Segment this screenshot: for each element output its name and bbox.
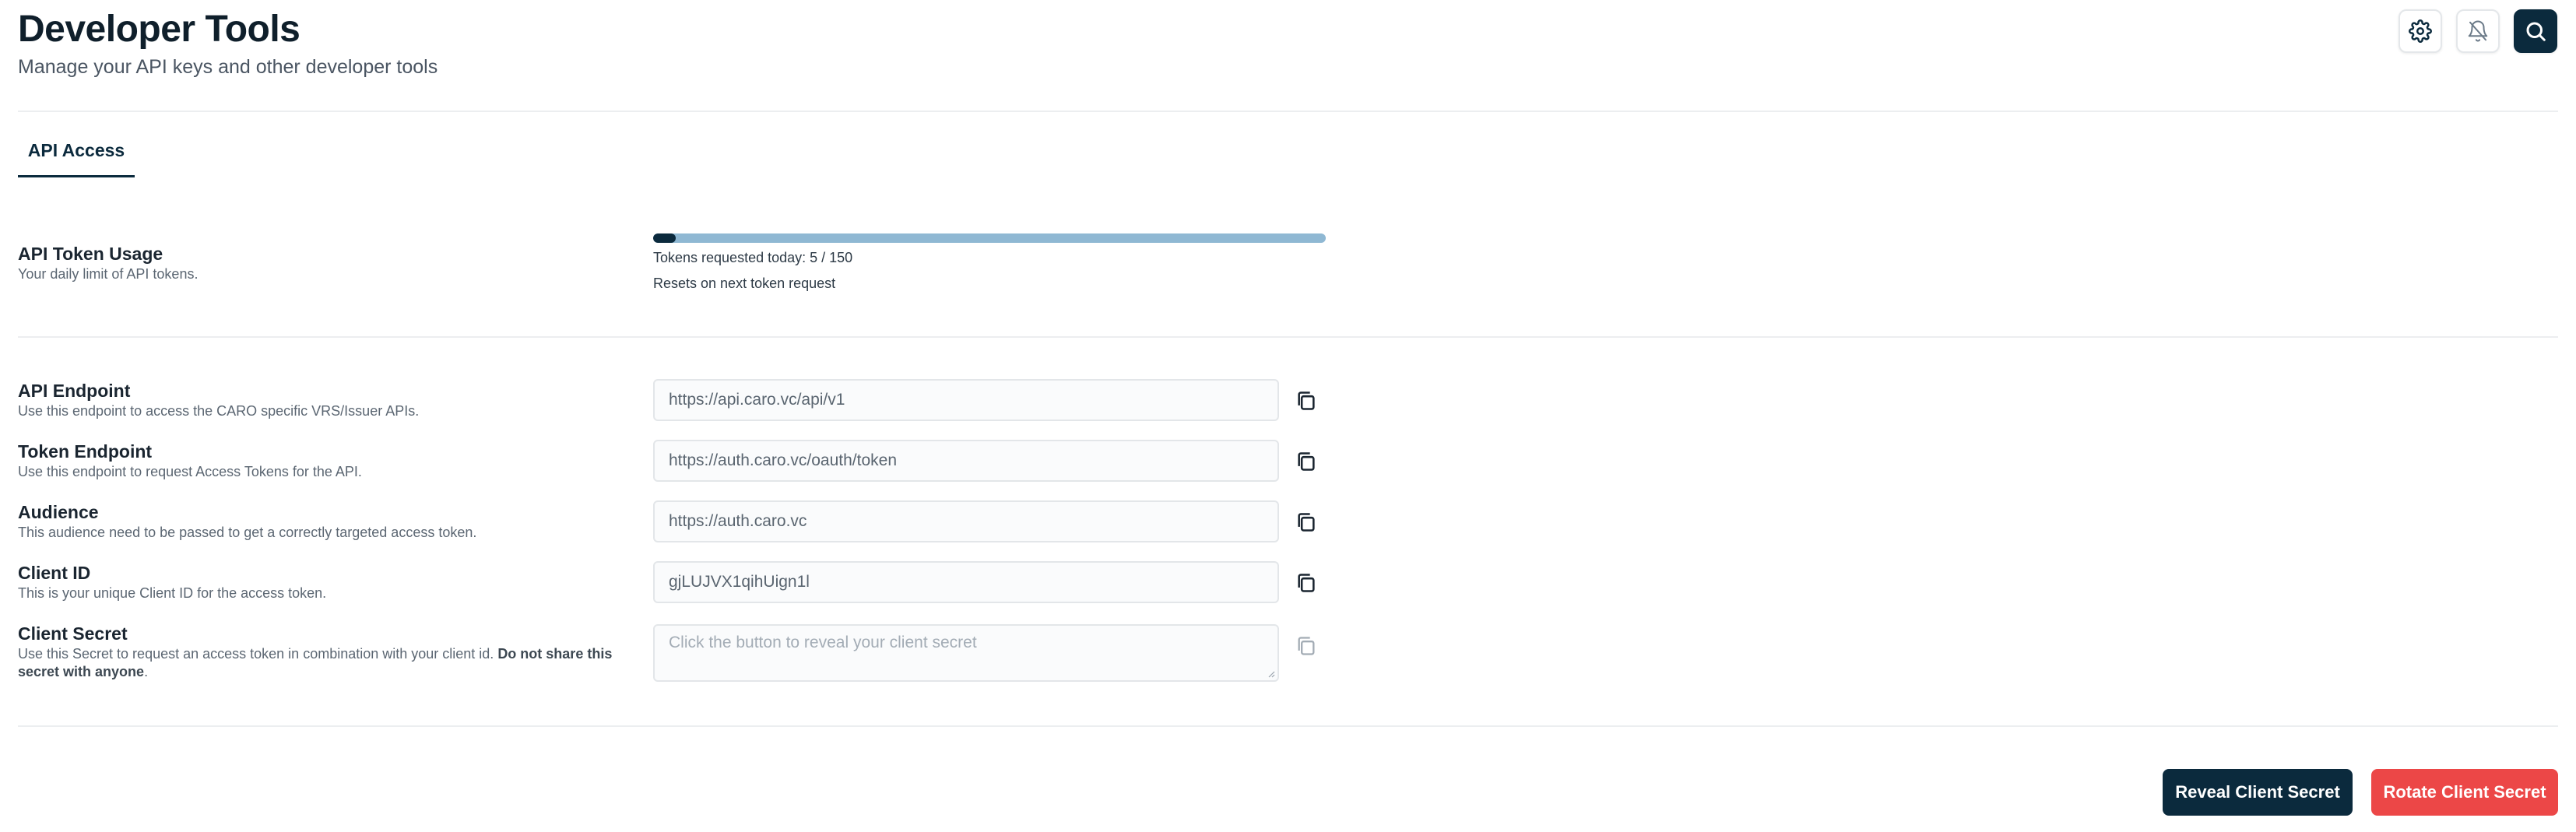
reveal-client-secret-button[interactable]: Reveal Client Secret	[2163, 769, 2353, 816]
tab-api-access[interactable]: API Access	[18, 140, 135, 179]
tab-active-indicator	[18, 175, 135, 177]
field-help: Use this endpoint to request Access Toke…	[18, 464, 362, 479]
usage-label-block: API Token Usage Your daily limit of API …	[18, 243, 198, 283]
client-secret-placeholder: Click the button to reveal your client s…	[669, 634, 977, 651]
copy-client-secret-button[interactable]	[1294, 634, 1319, 658]
client-secret-help: Use this Secret to request an access tok…	[18, 645, 656, 681]
usage-label: API Token Usage	[18, 244, 163, 264]
api-endpoint-label-block: API Endpoint Use this endpoint to access…	[18, 380, 419, 420]
audience-field[interactable]: https://auth.caro.vc	[653, 500, 1279, 542]
resize-handle-icon[interactable]	[1267, 670, 1275, 678]
bell-icon	[2468, 20, 2488, 42]
field-label: Client ID	[18, 563, 91, 583]
field-help: This audience need to be passed to get a…	[18, 525, 477, 540]
header-divider	[18, 111, 2558, 112]
token-endpoint-field[interactable]: https://auth.caro.vc/oauth/token	[653, 440, 1279, 482]
field-help: This is your unique Client ID for the ac…	[18, 585, 327, 601]
client-secret-field[interactable]: Click the button to reveal your client s…	[653, 624, 1279, 682]
page-title: Developer Tools	[18, 9, 300, 50]
audience-label-block: Audience This audience need to be passed…	[18, 501, 476, 542]
field-label: Token Endpoint	[18, 441, 153, 462]
copy-icon	[1298, 637, 1315, 655]
help-text: Use this Secret to request an access tok…	[18, 646, 498, 662]
gear-icon	[2409, 19, 2432, 43]
notifications-button[interactable]	[2456, 9, 2500, 53]
page-subtitle: Manage your API keys and other developer…	[18, 56, 438, 78]
api-endpoint-field[interactable]: https://api.caro.vc/api/v1	[653, 379, 1279, 421]
rotate-client-secret-button[interactable]: Rotate Client Secret	[2371, 769, 2558, 816]
fields-divider	[18, 725, 2558, 727]
copy-api-endpoint-button[interactable]	[1294, 388, 1319, 413]
token-usage-progress-fill	[653, 233, 676, 243]
tokens-requested-text: Tokens requested today: 5 / 150	[653, 250, 853, 265]
copy-token-endpoint-button[interactable]	[1294, 449, 1319, 474]
copy-client-id-button[interactable]	[1294, 570, 1319, 595]
field-label: API Endpoint	[18, 381, 131, 401]
usage-divider	[18, 336, 2558, 338]
field-label: Audience	[18, 502, 99, 522]
search-icon	[2526, 22, 2546, 41]
copy-icon	[1298, 574, 1315, 592]
field-label: Client Secret	[18, 623, 128, 644]
developer-tools-page: Developer Tools Manage your API keys and…	[0, 0, 2576, 832]
client-id-label-block: Client ID This is your unique Client ID …	[18, 562, 326, 602]
copy-audience-button[interactable]	[1294, 510, 1319, 535]
client-id-field[interactable]: gjLUJVX1qihUign1l	[653, 561, 1279, 603]
header-actions	[2399, 9, 2557, 53]
copy-icon	[1298, 391, 1315, 410]
copy-icon	[1298, 452, 1315, 471]
help-text-end: .	[144, 664, 149, 679]
search-button[interactable]	[2514, 9, 2557, 53]
settings-button[interactable]	[2399, 9, 2442, 53]
token-endpoint-label-block: Token Endpoint Use this endpoint to requ…	[18, 441, 362, 481]
token-usage-progress-bar	[653, 233, 1326, 243]
copy-icon	[1298, 513, 1315, 532]
reset-text: Resets on next token request	[653, 276, 836, 291]
usage-help: Your daily limit of API tokens.	[18, 266, 199, 282]
field-help: Use this endpoint to access the CARO spe…	[18, 403, 420, 419]
client-secret-label-block: Client Secret Use this Secret to request…	[18, 623, 656, 681]
